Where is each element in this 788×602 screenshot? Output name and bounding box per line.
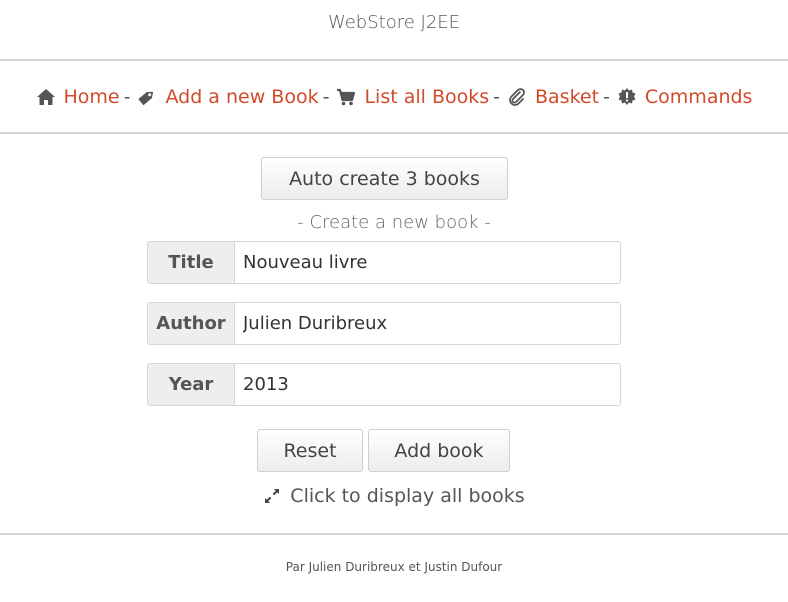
nav-separator: -: [322, 86, 330, 108]
nav-item-list-books[interactable]: List all Books: [336, 86, 489, 108]
nav-item-basket-label: Basket: [535, 86, 600, 108]
footer-divider: [0, 533, 788, 535]
nav-separator: -: [123, 86, 131, 108]
nav-item-basket[interactable]: Basket: [507, 86, 599, 108]
form-caption: - Create a new book -: [297, 212, 491, 233]
shopping-cart-icon: [336, 87, 356, 107]
nav-item-add-book[interactable]: Add a new Book: [137, 86, 319, 108]
reset-button[interactable]: Reset: [257, 429, 363, 472]
home-icon: [36, 87, 56, 107]
author-field-row: Author: [147, 302, 621, 345]
auto-create-button[interactable]: Auto create 3 books: [261, 157, 508, 200]
main-nav: Home - Add a new Book - List all Books -…: [0, 86, 788, 108]
nav-item-commands[interactable]: Commands: [617, 86, 753, 108]
nav-divider: [0, 132, 788, 134]
tag-icon: [137, 87, 157, 107]
year-input[interactable]: [235, 363, 621, 406]
nav-item-commands-label: Commands: [644, 86, 753, 108]
year-label: Year: [147, 363, 235, 406]
title-input[interactable]: [235, 241, 621, 284]
author-label: Author: [147, 302, 235, 345]
expand-icon: [263, 487, 281, 505]
site-title: WebStore J2EE: [327, 12, 461, 33]
paperclip-icon: [507, 87, 527, 107]
display-all-books-link[interactable]: Click to display all books: [0, 485, 788, 507]
year-field-row: Year: [147, 363, 621, 406]
display-all-books-label: Click to display all books: [290, 485, 525, 507]
nav-item-add-book-label: Add a new Book: [165, 86, 319, 108]
add-book-button[interactable]: Add book: [368, 429, 510, 472]
footer-credits: Par Julien Duribreux et Justin Dufour: [285, 560, 503, 574]
nav-item-list-books-label: List all Books: [364, 86, 490, 108]
nav-item-home[interactable]: Home: [36, 86, 120, 108]
header-divider: [0, 59, 788, 61]
nav-item-home-label: Home: [63, 86, 120, 108]
author-input[interactable]: [235, 302, 621, 345]
title-field-row: Title: [147, 241, 621, 284]
title-label: Title: [147, 241, 235, 284]
certificate-icon: [617, 87, 637, 107]
nav-separator: -: [493, 86, 500, 108]
nav-separator: -: [603, 86, 610, 108]
